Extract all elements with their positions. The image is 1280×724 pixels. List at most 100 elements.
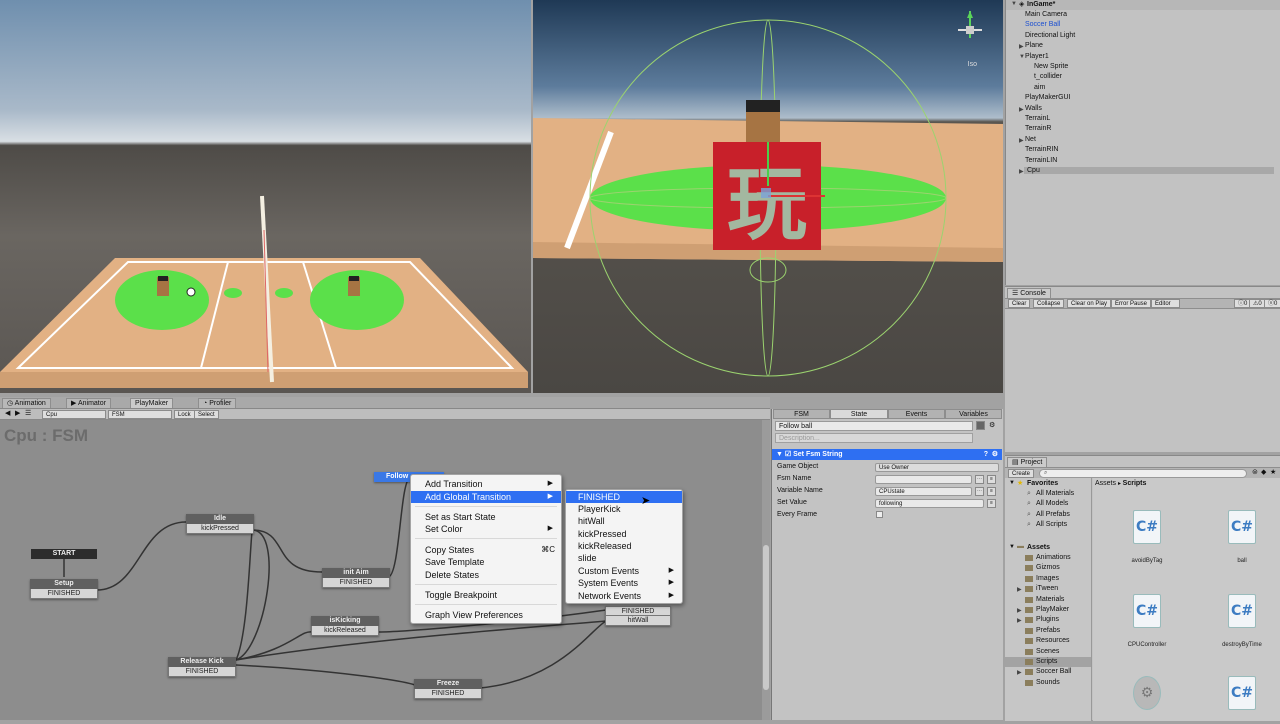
folder-item[interactable]: Resources	[1036, 637, 1069, 644]
state-event[interactable]: FINISHED	[30, 589, 98, 599]
variable-picker-icon[interactable]: ⋯	[975, 475, 984, 484]
scene-orientation-gizmo[interactable]	[955, 8, 985, 48]
state-event[interactable]: FINISHED	[414, 689, 482, 699]
list-icon[interactable]: ≡	[987, 487, 996, 496]
enable-checkbox[interactable]: ☑	[785, 451, 793, 458]
console-tab[interactable]: ☰ Console	[1007, 288, 1051, 298]
hierarchy-item[interactable]: TerrainR	[1025, 125, 1051, 132]
lock-button[interactable]: Lock	[174, 410, 195, 419]
hierarchy-item[interactable]: Net	[1025, 136, 1036, 143]
asset-file[interactable]: ⚙	[1117, 676, 1177, 724]
menu-item-set-color[interactable]: Set Color ▶	[411, 523, 561, 535]
state-name-field[interactable]: Follow ball	[775, 421, 973, 431]
favorite-item[interactable]: All Models	[1036, 500, 1068, 507]
hierarchy-item[interactable]: Soccer Ball	[1025, 21, 1060, 28]
clear-on-play-button[interactable]: Clear on Play	[1067, 299, 1112, 308]
inspector-tab-variables[interactable]: Variables	[945, 409, 1002, 419]
expand-arrow-icon[interactable]: ▼	[1011, 1, 1017, 7]
submenu-item-slide[interactable]: slide	[566, 552, 682, 564]
variable-name-field[interactable]: CPUstate	[875, 487, 972, 496]
submenu-item-network-events[interactable]: Network Events ▶	[566, 590, 682, 602]
filter-label-icon[interactable]: ◆	[1261, 468, 1266, 476]
folder-item[interactable]: Prefabs	[1036, 627, 1060, 634]
back-arrow-icon[interactable]: ◀	[5, 409, 10, 417]
menu-item-toggle-breakpoint[interactable]: Toggle Breakpoint	[411, 589, 561, 601]
game-view[interactable]	[0, 0, 531, 393]
menu-item-set-as-start-state[interactable]: Set as Start State	[411, 511, 561, 523]
folder-item[interactable]: Images	[1036, 575, 1059, 582]
list-icon[interactable]: ≡	[987, 499, 996, 508]
expand-arrow-icon[interactable]: ▶	[1017, 669, 1022, 676]
expand-arrow-icon[interactable]: ▶	[1017, 586, 1022, 593]
state-iskicking[interactable]: isKicking kickReleased	[311, 616, 379, 636]
submenu-item-playerkick[interactable]: PlayerKick	[566, 503, 682, 515]
object-select-dropdown[interactable]: Cpu	[42, 410, 106, 419]
inspector-tab-events[interactable]: Events	[888, 409, 945, 419]
hierarchy-item[interactable]: aim	[1034, 84, 1045, 91]
menu-item-graph-view-preferences[interactable]: Graph View Preferences	[411, 609, 561, 621]
hierarchy-item[interactable]: Plane	[1025, 42, 1043, 49]
menu-item-delete-states[interactable]: Delete States	[411, 569, 561, 581]
project-tab[interactable]: ▤ Project	[1007, 457, 1048, 467]
fsm-name-field[interactable]	[875, 475, 972, 484]
fsm-select-dropdown[interactable]: FSM	[108, 410, 172, 419]
hierarchy-item[interactable]: t_collider	[1034, 73, 1062, 80]
expand-arrow-icon[interactable]: ▶	[1017, 617, 1022, 624]
state-freeze[interactable]: Freeze FINISHED	[414, 679, 482, 699]
expand-arrow-icon[interactable]: ▶	[1017, 607, 1022, 614]
tab-playmaker[interactable]: PlayMaker	[130, 398, 174, 408]
submenu-item-kickpressed[interactable]: kickPressed	[566, 528, 682, 540]
submenu-item-system-events[interactable]: System Events ▶	[566, 577, 682, 589]
state-idle[interactable]: Idle kickPressed	[186, 514, 254, 534]
help-icon[interactable]: ?	[984, 449, 988, 460]
inspector-tab-state[interactable]: State	[830, 409, 888, 419]
select-button[interactable]: Select	[194, 410, 219, 419]
set-value-field[interactable]: following	[875, 499, 984, 508]
projection-label[interactable]: Iso	[968, 61, 977, 68]
tab-animator[interactable]: ▶ Animator	[66, 398, 111, 408]
create-dropdown[interactable]: Create	[1008, 469, 1035, 478]
submenu-item-hitwall[interactable]: hitWall	[566, 515, 682, 527]
folder-item[interactable]: Gizmos	[1036, 564, 1060, 571]
hierarchy-item[interactable]: TerrainLIN	[1025, 157, 1057, 164]
project-search-input[interactable]: ⌕	[1039, 469, 1247, 478]
collapse-arrow-icon[interactable]: ▼	[776, 451, 785, 458]
favorite-item[interactable]: All Materials	[1036, 490, 1074, 497]
hierarchy-item[interactable]: Directional Light	[1025, 32, 1075, 39]
folder-item[interactable]: Plugins	[1036, 616, 1059, 623]
folder-item[interactable]: iTween	[1036, 585, 1058, 592]
submenu-item-finished[interactable]: FINISHED	[566, 491, 682, 503]
menu-item-copy-states[interactable]: Copy States ⌘C	[411, 544, 561, 556]
scene-header[interactable]: ▼ ◈ InGame*	[1006, 0, 1280, 10]
hierarchy-item[interactable]: TerrainL	[1025, 115, 1050, 122]
script-file[interactable]: C#	[1212, 676, 1272, 724]
graph-scrollbar-thumb[interactable]	[763, 545, 769, 690]
color-swatch[interactable]	[976, 421, 985, 430]
action-header[interactable]: ▼ ☑ Set Fsm String ? ⚙	[772, 449, 1002, 460]
folder-item[interactable]: Soccer Ball	[1036, 668, 1071, 675]
filter-type-icon[interactable]: ⊜	[1252, 468, 1258, 476]
expand-arrow-icon[interactable]: ▶	[1019, 168, 1024, 175]
scene-view[interactable]: 玩 Iso	[533, 0, 1003, 393]
folder-item[interactable]: Scripts	[1036, 658, 1057, 665]
expand-arrow-icon[interactable]: ▼	[1009, 480, 1015, 486]
state-event[interactable]: hitWall	[605, 616, 671, 626]
hierarchy-item[interactable]: Walls	[1025, 105, 1042, 112]
collapse-button[interactable]: Collapse	[1033, 299, 1065, 308]
settings-gear-icon[interactable]: ⚙	[989, 421, 995, 429]
hierarchy-item[interactable]: PlayMakerGUI	[1025, 94, 1071, 101]
state-init-aim[interactable]: init Aim FINISHED	[322, 568, 390, 588]
favorite-item[interactable]: All Scripts	[1036, 521, 1067, 528]
expand-arrow-icon[interactable]: ▶	[1019, 106, 1024, 113]
menu-item-save-template[interactable]: Save Template	[411, 556, 561, 568]
folder-item[interactable]: Materials	[1036, 596, 1064, 603]
folder-item[interactable]: PlayMaker	[1036, 606, 1069, 613]
menu-item-add-transition[interactable]: Add Transition ▶	[411, 478, 561, 490]
hierarchy-item[interactable]: New Sprite	[1034, 63, 1068, 70]
submenu-item-custom-events[interactable]: Custom Events ▶	[566, 565, 682, 577]
breadcrumb-scripts[interactable]: Scripts	[1123, 480, 1147, 487]
tab-animation[interactable]: ◷ Animation	[2, 398, 51, 408]
script-file[interactable]: C# destroyByTime	[1212, 594, 1272, 648]
state-setup[interactable]: Setup FINISHED	[30, 579, 98, 599]
description-field[interactable]: Description...	[775, 433, 973, 443]
